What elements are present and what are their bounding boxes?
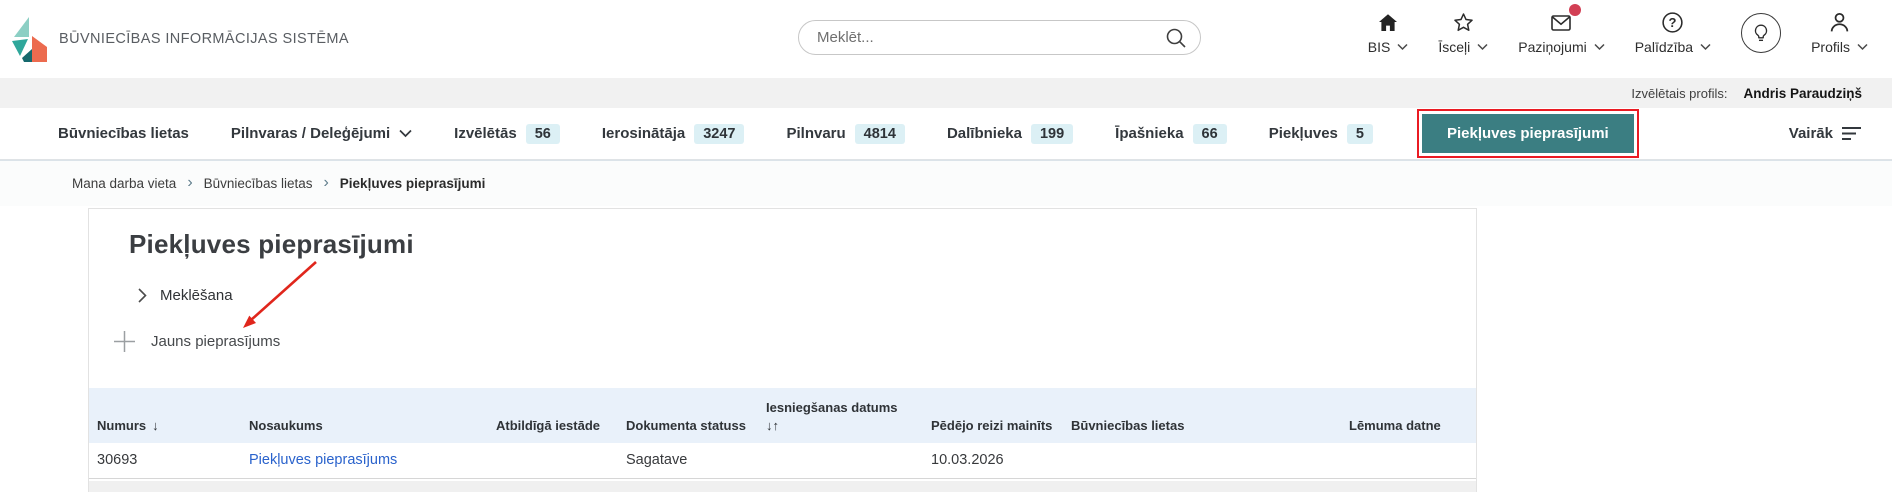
cell-numurs: 30693 <box>97 452 138 469</box>
column-header-lemuma-datne: Lēmuma datne <box>1349 418 1441 433</box>
content-panel: Piekļuves pieprasījumi Meklēšana Jauns p… <box>88 208 1477 492</box>
count-badge: 5 <box>1346 123 1373 144</box>
page-title: Piekļuves pieprasījumi <box>129 229 414 259</box>
cell-nosaukums-link[interactable]: Piekļuves pieprasījums <box>241 443 488 478</box>
requests-table: Numurs ↓ Nosaukums Atbildīgā iestāde Doku… <box>89 388 1476 479</box>
search-icon[interactable] <box>1164 26 1188 50</box>
table-row: 30693 Piekļuves pieprasījums Sagatave 10… <box>89 443 1476 478</box>
breadcrumb: Mana darba vieta › Būvniecības lietas › … <box>0 160 1892 206</box>
breadcrumb-current-page: Piekļuves pieprasījumi <box>339 176 486 191</box>
notification-dot <box>1569 4 1582 16</box>
chevron-right-icon <box>138 288 147 303</box>
count-badge: 66 <box>1192 123 1227 144</box>
bis-logo-icon <box>10 16 50 62</box>
count-badge: 3247 <box>694 123 745 144</box>
nav-item-dalibnieka[interactable]: Dalībnieka 199 <box>947 123 1074 144</box>
search-input[interactable] <box>817 29 1164 46</box>
count-badge: 4814 <box>854 123 905 144</box>
selected-profile-name: Andris Paraudziņš <box>1743 85 1862 101</box>
header-menu: BIS Īsceļi Paziņojumi ? Palīdzība Profil… <box>1368 4 1868 55</box>
chevron-down-icon <box>1397 43 1408 51</box>
cell-buvniecibas-lietas <box>1063 443 1341 478</box>
home-icon <box>1376 8 1400 35</box>
app-title: BŪVNIECĪBAS INFORMĀCIJAS SISTĒMA <box>59 31 349 47</box>
menu-item-shortcuts[interactable]: Īsceļi <box>1438 8 1488 55</box>
menu-item-help[interactable]: ? Palīdzība <box>1635 8 1711 55</box>
column-header-nosaukums: Nosaukums <box>249 418 323 433</box>
cell-iesniegsanas-datums <box>758 443 923 478</box>
cell-dokumenta-statuss: Sagatave <box>626 452 688 469</box>
count-badge: 199 <box>1030 123 1074 144</box>
chevron-down-icon <box>1700 43 1711 51</box>
cell-lemuma-datne <box>1341 443 1476 478</box>
count-badge: 56 <box>525 123 560 144</box>
search-expander[interactable]: Meklēšana <box>138 287 233 304</box>
column-header-numurs[interactable]: Numurs ↓ <box>89 388 241 443</box>
chevron-down-icon <box>1594 43 1605 51</box>
annotation-highlight-box: Piekļuves pieprasījumi <box>1416 109 1639 158</box>
sort-both-icon: ↓↑ <box>766 418 779 433</box>
envelope-icon <box>1548 4 1582 35</box>
nav-tab-piekluves-pieprasijumi-active[interactable]: Piekļuves pieprasījumi <box>1421 114 1634 153</box>
table-header-row: Numurs ↓ Nosaukums Atbildīgā iestāde Doku… <box>89 388 1476 443</box>
nav-item-buvniecibas-lietas[interactable]: Būvniecības lietas <box>58 125 189 142</box>
nav-item-pilnvaras-delegejumi[interactable]: Pilnvaras / Deleģējumi <box>231 125 412 142</box>
column-header-iesniegsanas-datums[interactable]: Iesniegšanas datums ↓↑ <box>758 388 923 443</box>
column-header-pedejo-reizi-mainits: Pēdējo reizi mainīts <box>931 418 1053 433</box>
chevron-down-icon <box>399 129 412 138</box>
nav-item-izveletas[interactable]: Izvēlētās 56 <box>454 123 560 144</box>
sort-desc-icon: ↓ <box>152 418 159 433</box>
nav-item-ipasnieka[interactable]: Īpašnieka 66 <box>1115 123 1227 144</box>
menu-item-notifications[interactable]: Paziņojumi <box>1518 4 1605 55</box>
menu-lines-icon <box>1842 126 1862 141</box>
menu-item-tips[interactable] <box>1741 8 1782 53</box>
column-header-buvniecibas-lietas: Būvniecības lietas <box>1071 418 1185 433</box>
lightbulb-icon <box>1741 13 1782 53</box>
column-header-atbildiga-iestade: Atbildīgā iestāde <box>496 418 601 433</box>
nav-more-button[interactable]: Vairāk <box>1789 125 1862 142</box>
column-header-dokumenta-statuss: Dokumenta statuss <box>626 418 746 433</box>
plus-icon <box>113 330 136 353</box>
chevron-down-icon <box>1477 43 1488 51</box>
cell-atbildiga-iestade <box>488 443 618 478</box>
breadcrumb-mana-darba-vieta[interactable]: Mana darba vieta <box>72 176 176 191</box>
nav-item-ierosinataja[interactable]: Ierosinātāja 3247 <box>602 123 745 144</box>
person-icon <box>1827 8 1852 35</box>
new-request-button[interactable]: Jauns pieprasījums <box>113 330 280 353</box>
nav-item-pilnvaru[interactable]: Pilnvaru 4814 <box>786 123 905 144</box>
app-header: BŪVNIECĪBAS INFORMĀCIJAS SISTĒMA BIS <box>0 0 1892 78</box>
cell-pedejo-reizi-mainits: 10.03.2026 <box>931 452 1004 469</box>
nav-item-piekluves[interactable]: Piekļuves 5 <box>1269 123 1373 144</box>
star-icon <box>1451 8 1476 35</box>
main-navigation: Būvniecības lietas Pilnvaras / Deleģējum… <box>0 108 1892 160</box>
menu-item-bis[interactable]: BIS <box>1368 8 1409 55</box>
selected-profile-bar: Izvēlētais profils: Andris Paraudziņš <box>0 78 1892 108</box>
chevron-down-icon <box>1857 43 1868 51</box>
table-partial-next-row <box>89 480 1476 492</box>
app-logo[interactable]: BŪVNIECĪBAS INFORMĀCIJAS SISTĒMA <box>10 16 349 62</box>
question-circle-icon: ? <box>1660 8 1685 35</box>
breadcrumb-separator: › <box>187 173 193 191</box>
selected-profile-label: Izvēlētais profils: <box>1631 85 1728 101</box>
breadcrumb-separator: › <box>323 173 329 191</box>
menu-item-profile[interactable]: Profils <box>1811 8 1868 55</box>
global-search <box>798 20 1201 55</box>
breadcrumb-buvniecibas-lietas[interactable]: Būvniecības lietas <box>204 176 313 191</box>
svg-text:?: ? <box>1669 15 1677 30</box>
